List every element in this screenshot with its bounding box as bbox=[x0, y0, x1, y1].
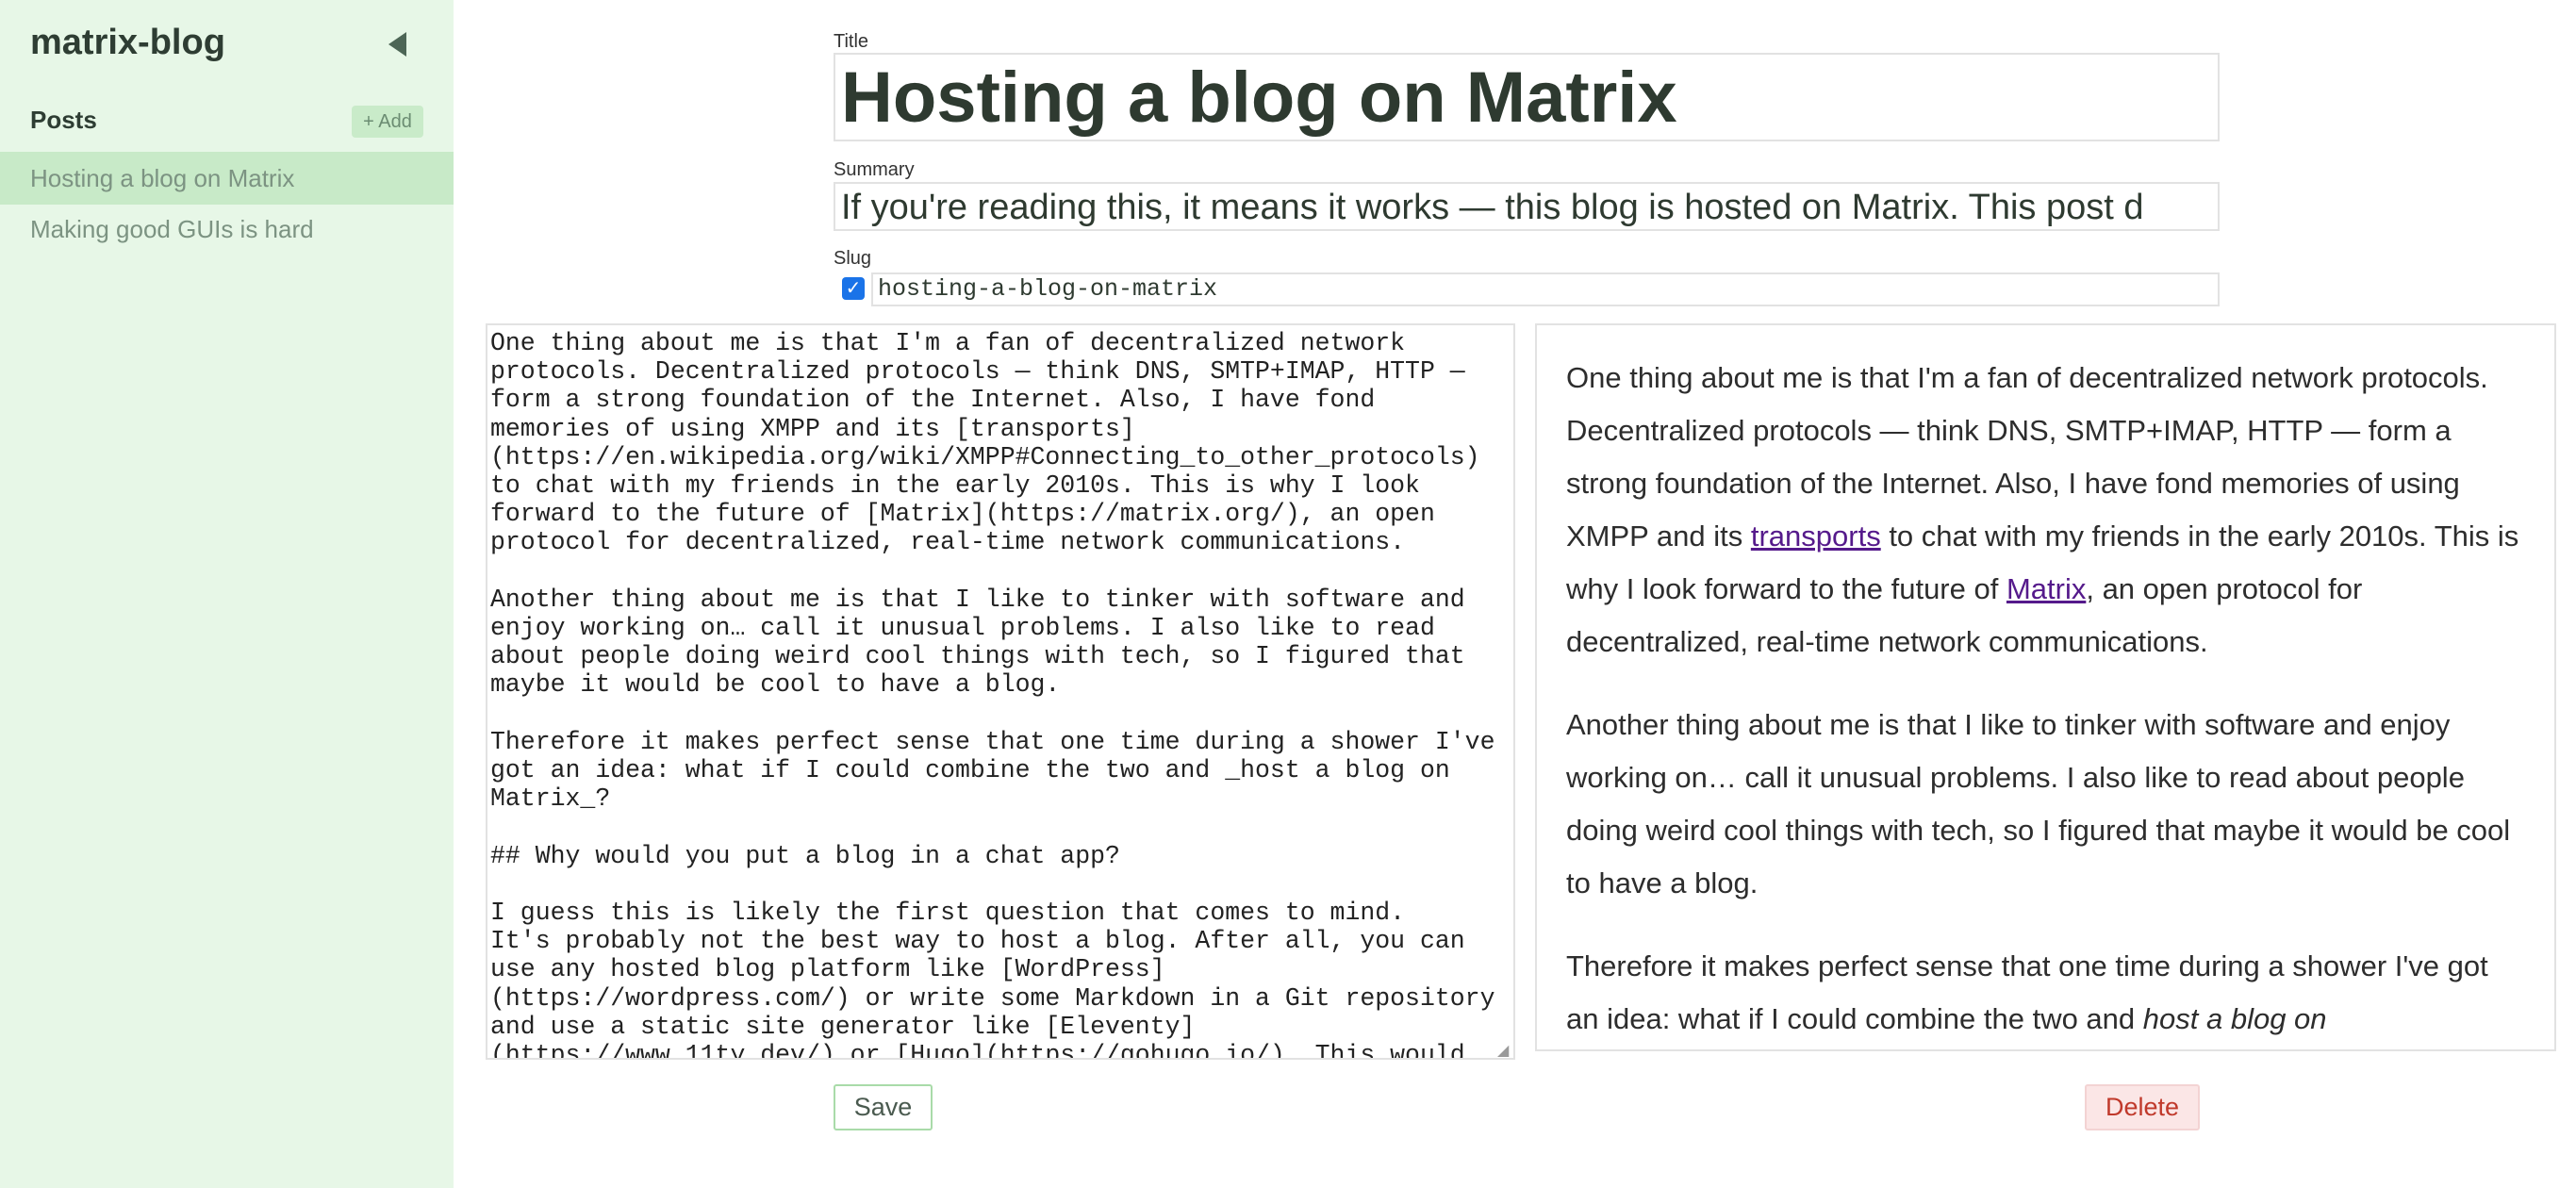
app-title: matrix-blog bbox=[30, 23, 225, 62]
slug-label: Slug bbox=[834, 248, 872, 269]
sidebar-item-making-good-guis[interactable]: Making good GUIs is hard bbox=[0, 203, 454, 256]
slug-input[interactable]: hosting-a-blog-on-matrix bbox=[871, 272, 2220, 306]
collapse-sidebar-triangle-icon[interactable] bbox=[388, 32, 406, 57]
transports-link[interactable]: transports bbox=[1751, 520, 1881, 553]
preview-paragraph: Another thing about me is that I like to… bbox=[1566, 708, 2511, 899]
slug-auto-checkbox[interactable]: ✓ bbox=[842, 277, 865, 300]
preview-text: Therefore it makes perfect sense that on… bbox=[1566, 949, 2488, 1035]
matrix-link[interactable]: Matrix bbox=[2006, 572, 2086, 605]
preview-paragraph: Therefore it makes perfect sense that on… bbox=[1566, 940, 2525, 1046]
preview-emphasis: host a blog on bbox=[2142, 1002, 2327, 1035]
preview-paragraph: One thing about me is that I'm a fan of … bbox=[1566, 352, 2525, 668]
add-post-button[interactable]: + Add bbox=[352, 106, 423, 138]
save-button[interactable]: Save bbox=[834, 1084, 933, 1130]
summary-label: Summary bbox=[834, 159, 915, 180]
title-label: Title bbox=[834, 31, 869, 52]
title-input[interactable]: Hosting a blog on Matrix bbox=[834, 53, 2220, 141]
markdown-preview: One thing about me is that I'm a fan of … bbox=[1535, 323, 2556, 1051]
delete-button[interactable]: Delete bbox=[2085, 1084, 2200, 1130]
sidebar-item-hosting-a-blog[interactable]: Hosting a blog on Matrix bbox=[0, 152, 454, 205]
resize-handle-icon[interactable]: ◢ bbox=[1497, 1041, 1509, 1060]
summary-input[interactable]: If you're reading this, it means it work… bbox=[834, 182, 2220, 231]
sidebar: matrix-blog Posts + Add Hosting a blog o… bbox=[0, 0, 454, 1188]
markdown-editor[interactable]: One thing about me is that I'm a fan of … bbox=[486, 323, 1515, 1060]
posts-heading: Posts bbox=[30, 106, 97, 134]
